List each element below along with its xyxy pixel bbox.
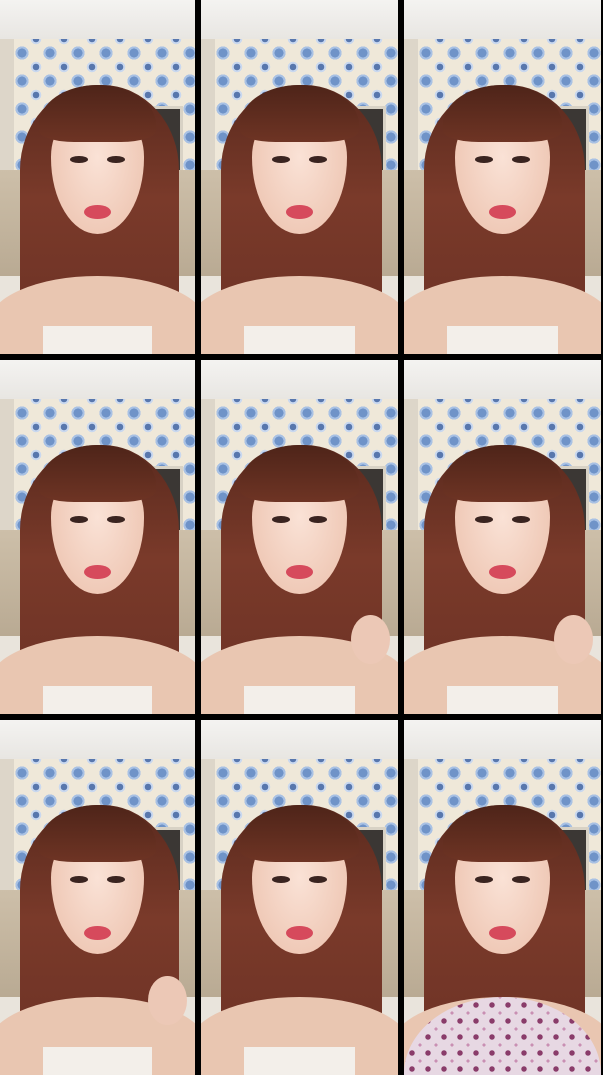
left-eye [70, 515, 88, 523]
right-eye [309, 515, 328, 523]
ceiling [0, 360, 195, 399]
right-eye [309, 155, 328, 163]
white-top [42, 685, 153, 714]
white-top [244, 1046, 355, 1075]
collage-frame [404, 360, 601, 714]
collage-frame [404, 0, 601, 354]
ceiling [404, 0, 601, 39]
collage-frame [201, 360, 398, 714]
right-eye [107, 515, 125, 523]
ceiling [404, 360, 601, 399]
collage-frame [404, 720, 601, 1075]
collage-frame [201, 0, 398, 354]
right-eye [512, 155, 531, 163]
left-eye [474, 515, 493, 523]
white-top [42, 325, 153, 354]
left-eye [271, 515, 290, 523]
white-top [447, 685, 558, 714]
ceiling [201, 360, 398, 399]
white-top [42, 1046, 153, 1075]
collage-frame [0, 0, 195, 354]
ceiling [0, 0, 195, 39]
white-top [244, 685, 355, 714]
ceiling [404, 720, 601, 760]
collage-frame [0, 360, 195, 714]
collage-frame [0, 720, 195, 1075]
ceiling [201, 0, 398, 39]
ceiling [0, 720, 195, 760]
white-top [447, 325, 558, 354]
lips [83, 925, 112, 941]
right-eye [107, 155, 125, 163]
collage-frame [201, 720, 398, 1075]
white-top [244, 325, 355, 354]
right-eye [512, 515, 531, 523]
left-eye [474, 155, 493, 163]
left-eye [70, 155, 88, 163]
ceiling [201, 720, 398, 760]
left-eye [271, 155, 290, 163]
photo-collage-grid [0, 0, 603, 1075]
